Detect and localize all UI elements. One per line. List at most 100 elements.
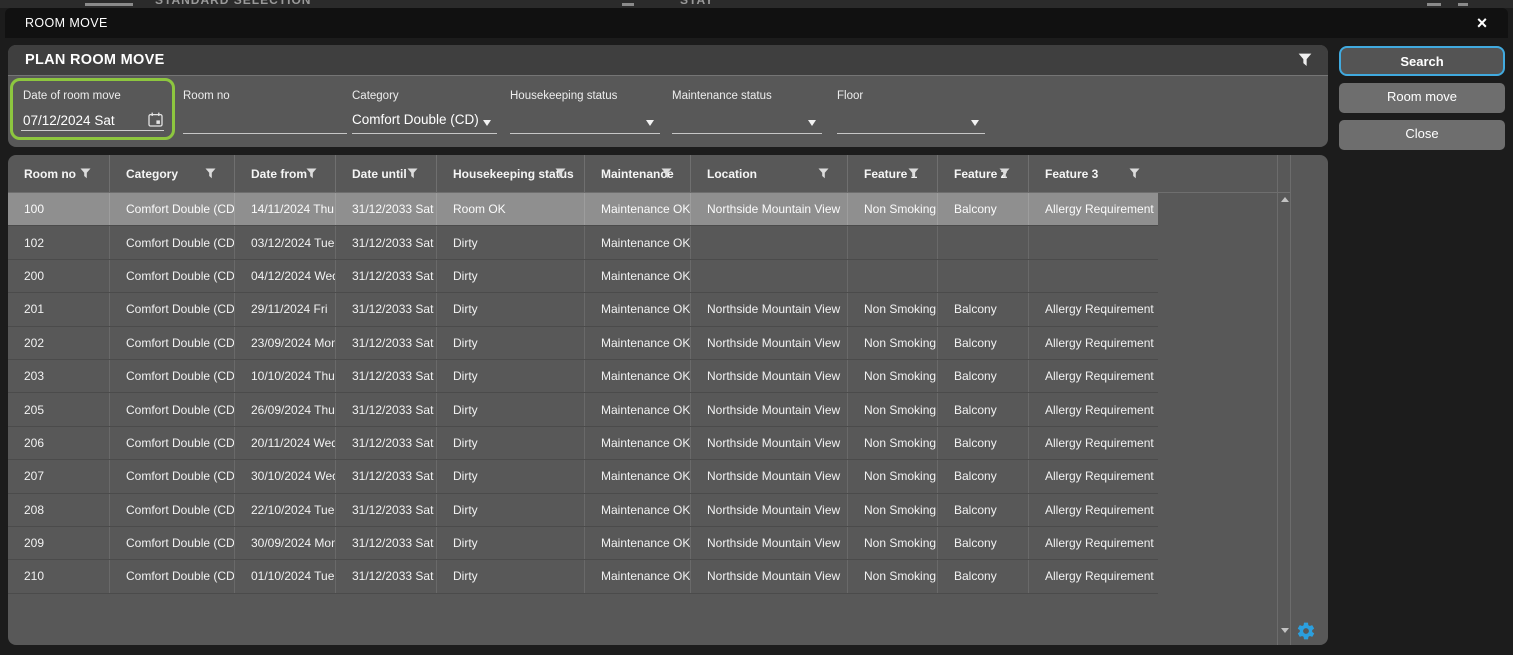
table-cell[interactable]: Comfort Double (CD)	[110, 427, 235, 459]
table-cell[interactable]	[1029, 226, 1158, 258]
header-cell-maintenance[interactable]: Maintenance	[585, 155, 691, 192]
room-no-field[interactable]: Room no	[183, 76, 347, 140]
table-cell[interactable]: Maintenance OK	[585, 193, 691, 225]
filter-icon[interactable]	[908, 168, 919, 182]
table-cell[interactable]: Maintenance OK	[585, 260, 691, 292]
room-move-button[interactable]: Room move	[1339, 83, 1505, 113]
table-row-201[interactable]: 201Comfort Double (CD)29/11/2024 Fri31/1…	[8, 293, 1158, 326]
table-cell[interactable]: Balcony	[938, 427, 1029, 459]
table-row-102[interactable]: 102Comfort Double (CD)03/12/2024 Tue31/1…	[8, 226, 1158, 259]
table-cell[interactable]	[848, 226, 938, 258]
table-cell[interactable]: Balcony	[938, 360, 1029, 392]
table-cell[interactable]: 30/09/2024 Mon	[235, 527, 336, 559]
category-value[interactable]: Comfort Double (CD)	[352, 112, 479, 127]
table-cell[interactable]: Northside Mountain View	[691, 393, 848, 425]
table-cell[interactable]: Non Smoking	[848, 460, 938, 492]
table-cell[interactable]: Non Smoking	[848, 494, 938, 526]
table-cell[interactable]: 04/12/2024 Wed	[235, 260, 336, 292]
table-cell[interactable]: 31/12/2033 Sat	[336, 360, 437, 392]
table-cell[interactable]: Dirty	[437, 427, 585, 459]
table-cell[interactable]: Dirty	[437, 293, 585, 325]
header-cell-date-from[interactable]: Date from	[235, 155, 336, 192]
header-cell-category[interactable]: Category	[110, 155, 235, 192]
table-cell[interactable]: 203	[8, 360, 110, 392]
table-row-100[interactable]: 100Comfort Double (CD)14/11/2024 Thu31/1…	[8, 193, 1158, 226]
table-cell[interactable]: Allergy Requirement	[1029, 327, 1158, 359]
table-cell[interactable]: Balcony	[938, 393, 1029, 425]
table-cell[interactable]: 23/09/2024 Mon	[235, 327, 336, 359]
table-row-205[interactable]: 205Comfort Double (CD)26/09/2024 Thu31/1…	[8, 393, 1158, 426]
filter-icon[interactable]	[306, 168, 317, 182]
table-row-210[interactable]: 210Comfort Double (CD)01/10/2024 Tue31/1…	[8, 560, 1158, 593]
table-row-208[interactable]: 208Comfort Double (CD)22/10/2024 Tue31/1…	[8, 494, 1158, 527]
table-cell[interactable]: 31/12/2033 Sat	[336, 327, 437, 359]
table-cell[interactable]	[938, 260, 1029, 292]
table-cell[interactable]: 102	[8, 226, 110, 258]
table-cell[interactable]: Northside Mountain View	[691, 560, 848, 592]
table-row-209[interactable]: 209Comfort Double (CD)30/09/2024 Mon31/1…	[8, 527, 1158, 560]
filter-icon[interactable]	[555, 168, 566, 182]
table-cell[interactable]: Northside Mountain View	[691, 460, 848, 492]
table-cell[interactable]: Non Smoking	[848, 327, 938, 359]
table-cell[interactable]: 20/11/2024 Wed	[235, 427, 336, 459]
table-cell[interactable]: Dirty	[437, 460, 585, 492]
table-cell[interactable]: Maintenance OK	[585, 427, 691, 459]
table-cell[interactable]: Comfort Double (CD)	[110, 293, 235, 325]
table-row-202[interactable]: 202Comfort Double (CD)23/09/2024 Mon31/1…	[8, 327, 1158, 360]
table-cell[interactable]: Balcony	[938, 527, 1029, 559]
maintenance-status-dropdown[interactable]: Maintenance status	[672, 76, 822, 140]
table-cell[interactable]: Northside Mountain View	[691, 360, 848, 392]
table-cell[interactable]: Non Smoking	[848, 427, 938, 459]
table-cell[interactable]: 208	[8, 494, 110, 526]
vertical-scrollbar[interactable]	[1277, 155, 1291, 645]
table-cell[interactable]: Dirty	[437, 260, 585, 292]
header-cell-feature-3[interactable]: Feature 3	[1029, 155, 1158, 192]
table-cell[interactable]: Comfort Double (CD)	[110, 393, 235, 425]
date-of-room-move-value[interactable]: 07/12/2024 Sat	[23, 113, 115, 128]
table-cell[interactable]: 209	[8, 527, 110, 559]
table-cell[interactable]: Non Smoking	[848, 293, 938, 325]
table-cell[interactable]: Balcony	[938, 293, 1029, 325]
chevron-down-icon[interactable]	[483, 120, 491, 126]
table-cell[interactable]: Comfort Double (CD)	[110, 527, 235, 559]
table-cell[interactable]: 03/12/2024 Tue	[235, 226, 336, 258]
table-cell[interactable]: 31/12/2033 Sat	[336, 260, 437, 292]
header-cell-feature-1[interactable]: Feature 1	[848, 155, 938, 192]
floor-dropdown[interactable]: Floor	[837, 76, 985, 140]
table-cell[interactable]: Comfort Double (CD)	[110, 260, 235, 292]
table-cell[interactable]: Comfort Double (CD)	[110, 360, 235, 392]
housekeeping-status-dropdown[interactable]: Housekeeping status	[510, 76, 660, 140]
chevron-down-icon[interactable]	[646, 120, 654, 126]
scroll-down-icon[interactable]	[1281, 628, 1289, 633]
table-cell[interactable]: 22/10/2024 Tue	[235, 494, 336, 526]
table-cell[interactable]: Northside Mountain View	[691, 494, 848, 526]
table-row-206[interactable]: 206Comfort Double (CD)20/11/2024 Wed31/1…	[8, 427, 1158, 460]
table-cell[interactable]: Non Smoking	[848, 560, 938, 592]
table-cell[interactable]: Northside Mountain View	[691, 193, 848, 225]
chevron-down-icon[interactable]	[808, 120, 816, 126]
table-cell[interactable]: 31/12/2033 Sat	[336, 460, 437, 492]
table-cell[interactable]	[938, 226, 1029, 258]
table-cell[interactable]	[691, 226, 848, 258]
table-cell[interactable]	[848, 260, 938, 292]
table-cell[interactable]: Comfort Double (CD)	[110, 193, 235, 225]
filter-icon[interactable]	[407, 168, 418, 182]
chevron-down-icon[interactable]	[971, 120, 979, 126]
table-cell[interactable]: 31/12/2033 Sat	[336, 293, 437, 325]
table-cell[interactable]: 31/12/2033 Sat	[336, 494, 437, 526]
table-cell[interactable]: Allergy Requirement	[1029, 393, 1158, 425]
table-cell[interactable]: Northside Mountain View	[691, 293, 848, 325]
table-cell[interactable]: Dirty	[437, 360, 585, 392]
table-cell[interactable]: Dirty	[437, 494, 585, 526]
date-of-room-move-field[interactable]: Date of room move 07/12/2024 Sat	[10, 78, 175, 140]
table-cell[interactable]: Comfort Double (CD)	[110, 327, 235, 359]
table-cell[interactable]: 30/10/2024 Wed	[235, 460, 336, 492]
table-cell[interactable]	[691, 260, 848, 292]
table-cell[interactable]: Room OK	[437, 193, 585, 225]
table-cell[interactable]: Allergy Requirement	[1029, 527, 1158, 559]
filter-icon[interactable]	[205, 168, 216, 182]
table-cell[interactable]: Maintenance OK	[585, 226, 691, 258]
filter-icon[interactable]	[999, 168, 1010, 182]
table-cell[interactable]: Allergy Requirement	[1029, 460, 1158, 492]
table-cell[interactable]: 26/09/2024 Thu	[235, 393, 336, 425]
